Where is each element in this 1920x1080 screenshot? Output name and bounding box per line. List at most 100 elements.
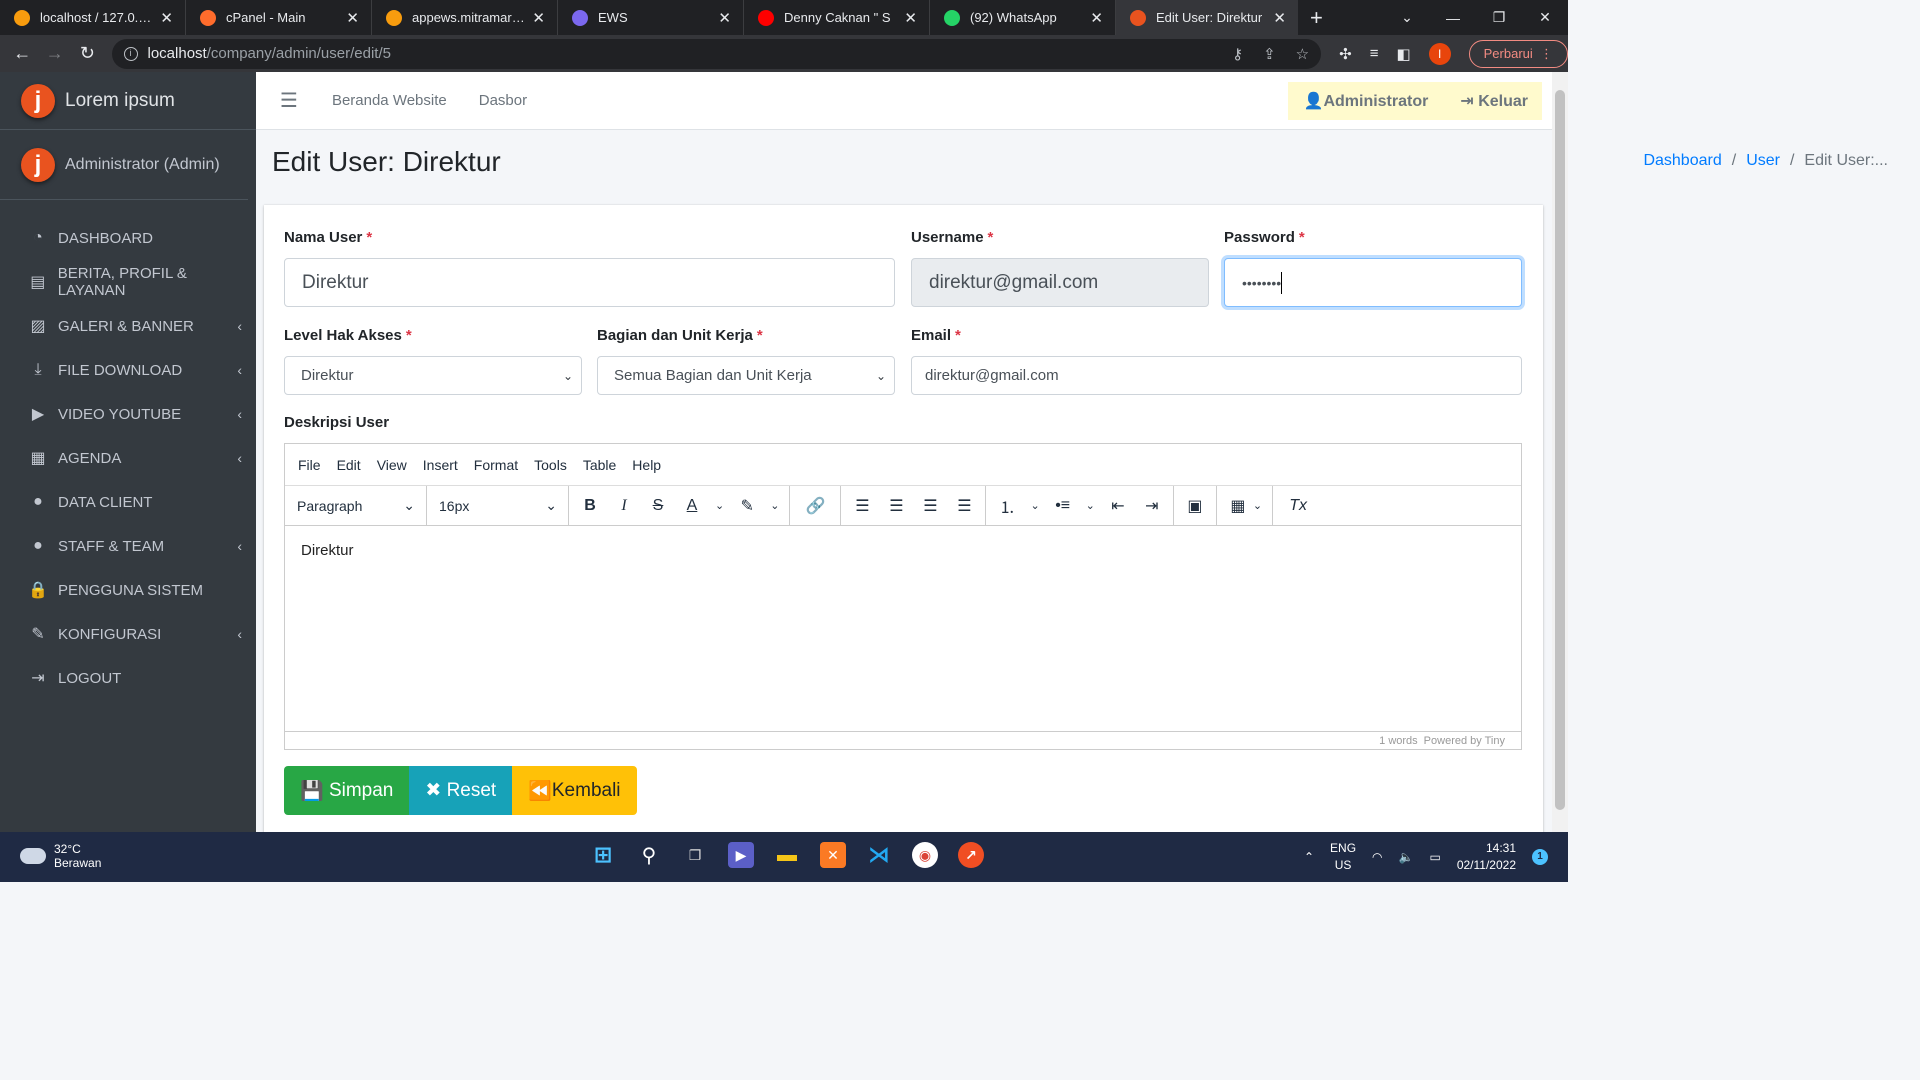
link-icon[interactable]: 🔗 [804, 496, 826, 516]
editor-menu-item[interactable]: Table [583, 457, 616, 473]
strikethrough-icon[interactable]: S [647, 497, 669, 515]
breadcrumb-dashboard[interactable]: Dashboard [1643, 152, 1721, 169]
back-icon[interactable]: ← [6, 43, 39, 64]
browser-tab[interactable]: EWS ✕ [558, 0, 744, 35]
page-scrollbar[interactable] [1552, 72, 1568, 832]
reload-icon[interactable]: ↻ [71, 43, 104, 64]
bullet-list-icon[interactable]: •≡ [1052, 497, 1074, 515]
outdent-icon[interactable]: ⇤ [1107, 496, 1129, 516]
block-format-select[interactable]: Paragraph ⌄ [285, 485, 427, 526]
close-tab-icon[interactable]: ✕ [160, 9, 173, 27]
image-icon[interactable]: ▣ [1184, 496, 1206, 516]
close-tab-icon[interactable]: ✕ [346, 9, 359, 27]
text-color-icon[interactable]: A [681, 497, 703, 515]
editor-menu-item[interactable]: Format [474, 457, 518, 473]
sidebar-item[interactable]: ▦ AGENDA ‹ [0, 436, 256, 480]
close-window-icon[interactable]: ✕ [1522, 9, 1568, 26]
file-explorer-icon[interactable]: ▬ [774, 842, 800, 868]
clock[interactable]: 14:31 02/11/2022 [1457, 840, 1516, 874]
close-tab-icon[interactable]: ✕ [1090, 9, 1103, 27]
xampp-icon[interactable]: ✕ [820, 842, 846, 868]
browser-tab[interactable]: cPanel - Main ✕ [186, 0, 372, 35]
search-icon[interactable]: ⚲ [636, 842, 662, 868]
brand-link[interactable]: j Lorem ipsum [0, 72, 256, 130]
save-button[interactable]: 💾 Simpan [284, 766, 410, 815]
minimize-icon[interactable]: — [1430, 10, 1476, 26]
browser-tab[interactable]: localhost / 127.0.0.1 / ✕ [0, 0, 186, 35]
logout-link[interactable]: ⇥ Keluar [1460, 91, 1528, 111]
new-tab-button[interactable]: + [1310, 0, 1323, 35]
highlight-icon[interactable]: ✎ [736, 496, 758, 516]
bold-icon[interactable]: B [579, 497, 601, 515]
reading-list-icon[interactable]: ≡ [1370, 45, 1379, 62]
nama-user-input[interactable]: Direktur [284, 258, 895, 307]
teams-icon[interactable]: ▶ [728, 842, 754, 868]
password-input[interactable]: •••••••• [1224, 258, 1522, 307]
vscode-icon[interactable]: ⋊ [866, 842, 892, 868]
administrator-link[interactable]: 👤Administrator [1304, 91, 1429, 111]
chevron-down-icon[interactable]: ⌄ [770, 499, 779, 512]
bookmark-star-icon[interactable]: ☆ [1296, 45, 1309, 63]
sidebar-item[interactable]: ▤ BERITA, PROFIL & LAYANAN [0, 260, 256, 304]
wifi-icon[interactable]: ◠ [1372, 850, 1382, 864]
align-right-icon[interactable]: ☰ [919, 496, 941, 516]
browser-tab[interactable]: Edit User: Direktur ✕ [1116, 0, 1298, 35]
level-select[interactable]: Direktur ⌄ [284, 356, 582, 395]
scrollbar-thumb[interactable] [1555, 90, 1565, 810]
side-panel-icon[interactable]: ◧ [1396, 45, 1410, 63]
browser-tab[interactable]: Denny Caknan " S ✕ [744, 0, 930, 35]
indent-icon[interactable]: ⇥ [1141, 496, 1163, 516]
italic-icon[interactable]: I [613, 497, 635, 515]
editor-menu-item[interactable]: View [377, 457, 407, 473]
editor-menu-item[interactable]: File [298, 457, 321, 473]
battery-icon[interactable]: ▭ [1429, 850, 1440, 864]
profile-avatar[interactable]: I [1428, 42, 1451, 65]
sidebar-item[interactable]: ⇥ LOGOUT [0, 656, 256, 700]
align-left-icon[interactable]: ☰ [851, 496, 873, 516]
editor-menu-item[interactable]: Edit [337, 457, 361, 473]
chrome-icon[interactable]: ◉ [912, 842, 938, 868]
align-justify-icon[interactable]: ☰ [953, 496, 975, 516]
site-info-icon[interactable]: i [123, 46, 138, 61]
chevron-down-icon[interactable]: ⌄ [1253, 499, 1262, 512]
share-icon[interactable]: ⇪ [1263, 45, 1276, 63]
font-size-select[interactable]: 16px ⌄ [427, 485, 569, 526]
back-button[interactable]: ⏪ Kembali [512, 766, 637, 815]
table-icon[interactable]: ▦ [1227, 496, 1249, 516]
editor-menu-item[interactable]: Help [632, 457, 661, 473]
browser-tab[interactable]: appews.mitramart.sto ✕ [372, 0, 558, 35]
breadcrumb-user[interactable]: User [1746, 152, 1780, 169]
chevron-up-icon[interactable]: ⌃ [1304, 850, 1314, 864]
windows-start-icon[interactable]: ⊞ [590, 842, 616, 868]
sidebar-item[interactable]: ● STAFF & TEAM ‹ [0, 524, 256, 568]
restore-icon[interactable]: ❐ [1476, 9, 1522, 26]
sidebar-item[interactable]: ▶ VIDEO YOUTUBE ‹ [0, 392, 256, 436]
chevron-down-icon[interactable]: ⌄ [715, 499, 724, 512]
chevron-down-icon[interactable]: ⌄ [1086, 499, 1095, 512]
reset-button[interactable]: ✖ Reset [409, 766, 513, 815]
email-input[interactable]: direktur@gmail.com [911, 356, 1522, 395]
update-button[interactable]: Perbarui ⋮ [1468, 39, 1569, 68]
sidebar-item[interactable]: ● DATA CLIENT [0, 480, 256, 524]
forward-icon[interactable]: → [39, 43, 72, 64]
align-center-icon[interactable]: ☰ [885, 496, 907, 516]
chevron-down-icon[interactable]: ⌄ [1030, 499, 1039, 512]
nav-link-beranda[interactable]: Beranda Website [332, 92, 447, 109]
sidebar-item[interactable]: ✎ KONFIGURASI ‹ [0, 612, 256, 656]
numbered-list-icon[interactable]: ⒈ [996, 494, 1018, 518]
username-input[interactable]: direktur@gmail.com [911, 258, 1209, 307]
close-tab-icon[interactable]: ✕ [532, 9, 545, 27]
sidebar-item[interactable]: 🔒 PENGGUNA SISTEM [0, 568, 256, 612]
tab-search-icon[interactable]: ⌄ [1384, 9, 1430, 26]
app-icon[interactable]: ↗ [958, 842, 984, 868]
close-tab-icon[interactable]: ✕ [904, 9, 917, 27]
hamburger-menu-icon[interactable]: ☰ [280, 88, 298, 113]
browser-tab[interactable]: (92) WhatsApp ✕ [930, 0, 1116, 35]
powered-by-tiny[interactable]: Powered by Tiny [1424, 735, 1505, 747]
close-tab-icon[interactable]: ✕ [718, 9, 731, 27]
bagian-select[interactable]: Semua Bagian dan Unit Kerja ⌄ [597, 356, 895, 395]
nav-link-dasbor[interactable]: Dasbor [479, 92, 527, 109]
editor-content[interactable]: Direktur [285, 526, 1521, 731]
key-icon[interactable]: ⚷ [1232, 45, 1243, 63]
url-input[interactable]: i localhost/company/admin/user/edit/5 ⚷ … [111, 38, 1322, 69]
